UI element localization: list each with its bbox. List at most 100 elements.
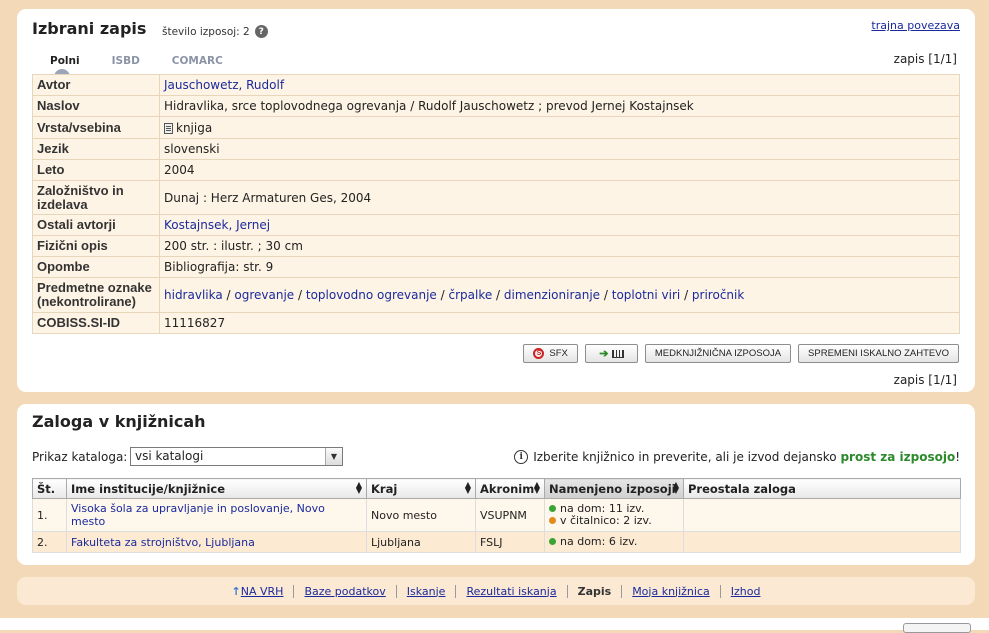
record-details-table: Avtor Jauschowetz, Rudolf Naslov Hidravl…: [32, 74, 960, 334]
field-row-subjects: Predmetne oznake (nekontrolirane) hidrav…: [32, 277, 960, 313]
loan-home: na dom: 6 izv.: [560, 535, 638, 548]
bottom-right-control[interactable]: [903, 623, 971, 633]
help-icon[interactable]: ?: [254, 25, 268, 38]
footer-nav: ↑NA VRH Baze podatkov Iskanje Rezultati …: [17, 577, 975, 605]
row-number: 1.: [32, 498, 67, 532]
loan-reading-room: v čitalnico: 2 izv.: [560, 514, 652, 527]
row-loan-status: na dom: 11 izv. v čitalnico: 2 izv.: [544, 498, 684, 532]
subject-separator: /: [222, 288, 235, 302]
row-number: 2.: [32, 531, 67, 553]
record-panel-title: Izbrani zapis: [32, 19, 147, 38]
nav-link-my-library[interactable]: Moja knjižnica: [632, 585, 710, 598]
author-link[interactable]: Jauschowetz, Rudolf: [164, 78, 284, 92]
field-label: COBISS.SI-ID: [32, 312, 160, 334]
row-acronym: FSLJ: [475, 531, 545, 553]
subject-links: hidravlika / ogrevanje / toplovodno ogre…: [159, 277, 960, 313]
row-acronym: VSUPNM: [475, 498, 545, 532]
nav-link-search[interactable]: Iskanje: [407, 585, 446, 598]
nav-link-databases[interactable]: Baze podatkov: [304, 585, 385, 598]
book-icon: [164, 122, 173, 134]
table-row: 2. Fakulteta za strojništvo, Ljubljana L…: [32, 531, 961, 553]
permalink-link[interactable]: trajna povezava: [871, 19, 960, 32]
field-value-language: slovenski: [159, 138, 960, 160]
catalog-select[interactable]: vsi katalogi ▼: [130, 447, 343, 466]
field-value-cobiss-id: 11116827: [159, 312, 960, 334]
row-city: Novo mesto: [366, 498, 476, 532]
add-to-basket-button[interactable]: ➔: [584, 344, 638, 363]
field-label: Predmetne oznake (nekontrolirane): [32, 277, 160, 313]
nav-my-library: Moja knjižnica: [622, 584, 721, 598]
record-counter-top: zapis [1/1]: [893, 52, 957, 66]
selected-record-panel: Izbrani zapis število izposoj: 2 ? trajn…: [17, 9, 975, 392]
other-author-link[interactable]: Kostajnsek, Jernej: [164, 218, 270, 232]
field-value-physical: 200 str. : ilustr. ; 30 cm: [159, 235, 960, 257]
subject-separator: /: [294, 288, 306, 302]
hint-text: Izberite knjižnico in preverite, ali je …: [533, 450, 837, 464]
col-header-city[interactable]: Kraj ▲ ▼: [366, 478, 476, 499]
sfx-icon: S: [533, 348, 545, 359]
institution-link[interactable]: Visoka šola za upravljanje in poslovanje…: [71, 502, 325, 528]
table-row: 1. Visoka šola za upravljanje in poslova…: [32, 498, 961, 532]
field-row-year: Leto 2004: [32, 159, 960, 181]
subject-separator: /: [600, 288, 612, 302]
sort-icon: ▲ ▼: [355, 480, 362, 495]
subject-link[interactable]: dimenzioniranje: [504, 288, 600, 302]
sfx-button[interactable]: S SFX: [523, 344, 578, 363]
field-row-notes: Opombe Bibliografija: str. 9: [32, 256, 960, 278]
col-header-institution[interactable]: Ime institucije/knjižnice ▲ ▼: [66, 478, 367, 499]
col-header-remaining: Preostala zaloga: [683, 478, 961, 499]
tab-full[interactable]: Polni: [50, 55, 80, 77]
col-header-for-loan[interactable]: Namenjeno izposoji ▲ ▼: [544, 478, 684, 499]
holdings-panel: Zaloga v knjižnicah Prikaz kataloga: vsi…: [17, 404, 975, 565]
field-label: Leto: [32, 159, 160, 181]
col-header-acronym[interactable]: Akronim ▲ ▼: [475, 478, 545, 499]
nav-results: Rezultati iskanja: [456, 584, 568, 598]
arrow-right-icon: ➔: [599, 348, 609, 360]
nav-databases: Baze podatkov: [294, 584, 397, 598]
holdings-table: Št. Ime institucije/knjižnice ▲ ▼ Kraj ▲ ▼ A…: [32, 478, 961, 553]
sfx-label: SFX: [549, 348, 568, 359]
nav-link-logout[interactable]: Izhod: [731, 585, 761, 598]
field-row-cobiss-id: COBISS.SI-ID 11116827: [32, 312, 960, 334]
chevron-down-icon: ▼: [325, 448, 342, 465]
field-label: Založništvo in izdelava: [32, 180, 160, 215]
subject-link[interactable]: ogrevanje: [234, 288, 294, 302]
field-row-language: Jezik slovenski: [32, 138, 960, 160]
subject-link[interactable]: toplotni viri: [612, 288, 681, 302]
interlibrary-loan-button[interactable]: MEDKNJIŽNIČNA IZPOSOJA: [644, 344, 792, 363]
field-row-physical: Fizični opis 200 str. : ilustr. ; 30 cm: [32, 235, 960, 257]
sort-icon: ▲ ▼: [672, 480, 679, 495]
row-remaining: [683, 498, 961, 532]
subject-link[interactable]: toplovodno ogrevanje: [306, 288, 437, 302]
nav-current-record: Zapis: [568, 584, 623, 598]
tab-comarc[interactable]: COMARC: [172, 55, 223, 67]
field-row-title: Naslov Hidravlika, srce toplovodnega ogr…: [32, 95, 960, 117]
field-label: Jezik: [32, 138, 160, 160]
nav-link-results[interactable]: Rezultati iskanja: [466, 585, 556, 598]
subject-separator: /: [436, 288, 449, 302]
nav-link-top[interactable]: NA VRH: [241, 585, 284, 598]
basket-icon: [611, 349, 624, 358]
field-row-publisher: Založništvo in izdelava Dunaj : Herz Arm…: [32, 180, 960, 215]
change-search-button[interactable]: SPREMENI ISKALNO ZAHTEVO: [798, 344, 959, 363]
field-row-other-authors: Ostali avtorji Kostajnsek, Jernej: [32, 214, 960, 236]
subject-link[interactable]: hidravlika: [164, 288, 223, 302]
catalog-label: Prikaz kataloga:: [32, 450, 128, 464]
field-label: Naslov: [32, 95, 160, 117]
field-label: Ostali avtorji: [32, 214, 160, 236]
institution-link[interactable]: Fakulteta za strojništvo, Ljubljana: [71, 536, 255, 549]
tab-isbd[interactable]: ISBD: [112, 55, 140, 67]
row-city: Ljubljana: [366, 531, 476, 553]
subject-link[interactable]: priročnik: [692, 288, 744, 302]
holdings-header-row: Št. Ime institucije/knjižnice ▲ ▼ Kraj ▲ ▼ A…: [32, 478, 961, 499]
subject-link[interactable]: črpalke: [448, 288, 492, 302]
field-value-type: knjiga: [176, 120, 213, 135]
field-row-author: Avtor Jauschowetz, Rudolf: [32, 74, 960, 96]
arrow-up-icon: ↑: [231, 584, 241, 598]
status-green-icon: [549, 538, 556, 545]
status-green-icon: [549, 505, 556, 512]
subject-separator: /: [680, 288, 692, 302]
field-label: Vrsta/vsebina: [32, 116, 160, 139]
record-counter-bottom: zapis [1/1]: [893, 373, 957, 387]
info-icon: i: [514, 450, 529, 464]
